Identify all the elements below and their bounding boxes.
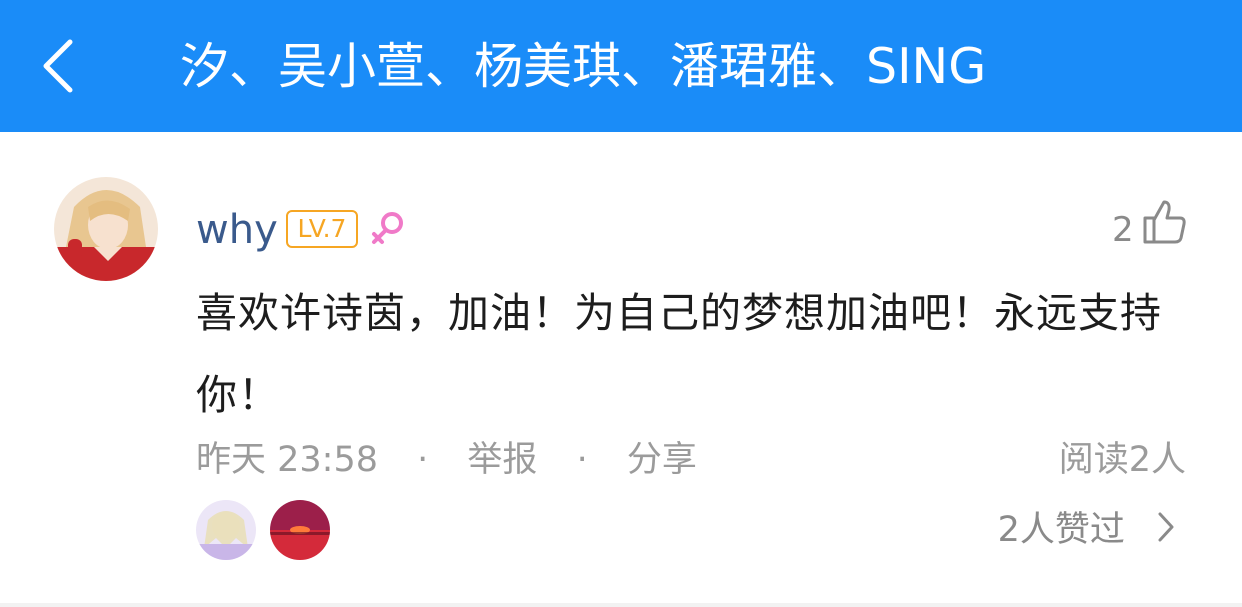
female-icon (368, 208, 408, 248)
separator-dot: · (417, 440, 429, 480)
separator-dot: · (576, 440, 588, 480)
share-link[interactable]: 分享 (627, 436, 697, 484)
liked-summary-link[interactable]: 2人赞过 (998, 505, 1178, 555)
comment-meta: 昨天 23:58 · 举报 · 分享 (196, 436, 697, 484)
username[interactable]: why (196, 204, 278, 256)
like-count: 2 (1112, 210, 1134, 250)
liker-avatar-2[interactable] (270, 500, 330, 560)
chevron-left-icon (43, 39, 73, 93)
avatar-image (196, 500, 256, 560)
comment-text: 喜欢许诗茵，加油！为自己的梦想加油吧！永远支持你！ (196, 289, 1162, 419)
page-title: 汐、吴小萱、杨美琪、潘珺雅、SING (180, 38, 987, 95)
read-count: 阅读2人 (1058, 440, 1186, 480)
comment-time: 昨天 23:58 (196, 440, 378, 480)
report-link[interactable]: 举报 (467, 436, 537, 484)
thumbs-up-icon (1143, 200, 1186, 244)
avatar[interactable] (54, 177, 158, 281)
like-button[interactable]: 2 (1100, 196, 1192, 256)
level-badge: LV.7 (286, 210, 358, 248)
divider (0, 603, 1242, 607)
liked-summary: 2人赞过 (997, 510, 1125, 550)
avatar-image (270, 500, 330, 560)
back-button[interactable] (30, 30, 90, 102)
comment-detail-page: 汐、吴小萱、杨美琪、潘珺雅、SING why LV.7 2 喜欢许诗茵，加油！为… (0, 0, 1242, 607)
chevron-right-icon (1158, 512, 1174, 542)
liker-avatar-1[interactable] (196, 500, 256, 560)
header-bar: 汐、吴小萱、杨美琪、潘珺雅、SING (0, 0, 1242, 132)
avatar-image (54, 177, 158, 281)
